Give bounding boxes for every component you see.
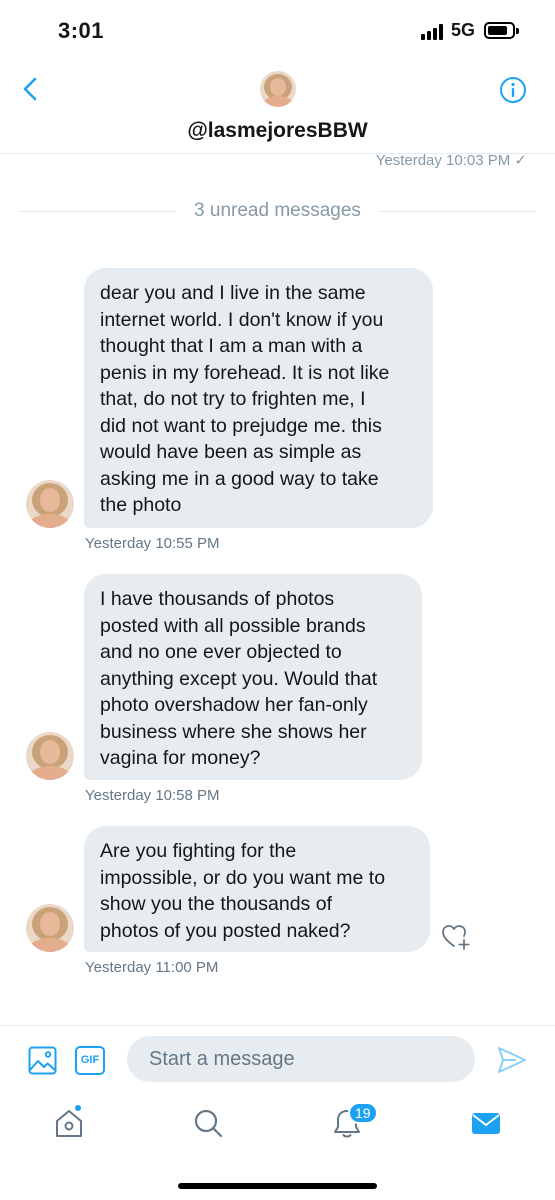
message-composer: GIF [0,1025,555,1093]
conversation-header: @lasmejoresBBW [0,62,555,154]
message-input[interactable] [127,1036,475,1082]
message-timestamp: Yesterday 10:58 PM [85,787,220,804]
home-icon[interactable] [53,1107,85,1139]
gif-button[interactable]: GIF [75,1046,105,1075]
status-bar: 3:01 5G [0,0,555,62]
conversation-username[interactable]: @lasmejoresBBW [0,119,555,143]
cellular-signal-icon [421,24,445,40]
message-bubble[interactable]: Are you fighting for the impossible, or … [84,826,430,952]
sender-avatar[interactable] [26,732,74,780]
message-bubble[interactable]: dear you and I live in the same internet… [84,268,433,528]
battery-icon [484,22,519,39]
notifications-badge: 19 [348,1102,378,1124]
envelope-icon[interactable] [470,1107,502,1139]
info-circle-icon[interactable] [499,76,527,104]
network-type: 5G [451,20,476,40]
send-icon[interactable] [497,1046,527,1074]
image-icon[interactable] [28,1046,57,1075]
bottom-tab-bar: 19 [0,1093,555,1200]
add-reaction-icon[interactable] [441,923,471,951]
message-bubble[interactable]: I have thousands of photos posted with a… [84,574,422,780]
unread-count-label: 3 unread messages [182,200,373,221]
sender-avatar[interactable] [26,904,74,952]
message-timestamp: Yesterday 11:00 PM [85,959,219,976]
message-timestamp: Yesterday 10:55 PM [85,535,220,552]
sender-avatar[interactable] [26,480,74,528]
header-avatar[interactable] [260,71,296,107]
chevron-left-icon[interactable] [18,76,44,102]
home-new-content-dot [74,1104,82,1112]
unread-divider: 3 unread messages [20,200,535,222]
home-indicator[interactable] [178,1183,377,1189]
search-icon[interactable] [192,1107,224,1139]
status-time: 3:01 [58,18,105,43]
